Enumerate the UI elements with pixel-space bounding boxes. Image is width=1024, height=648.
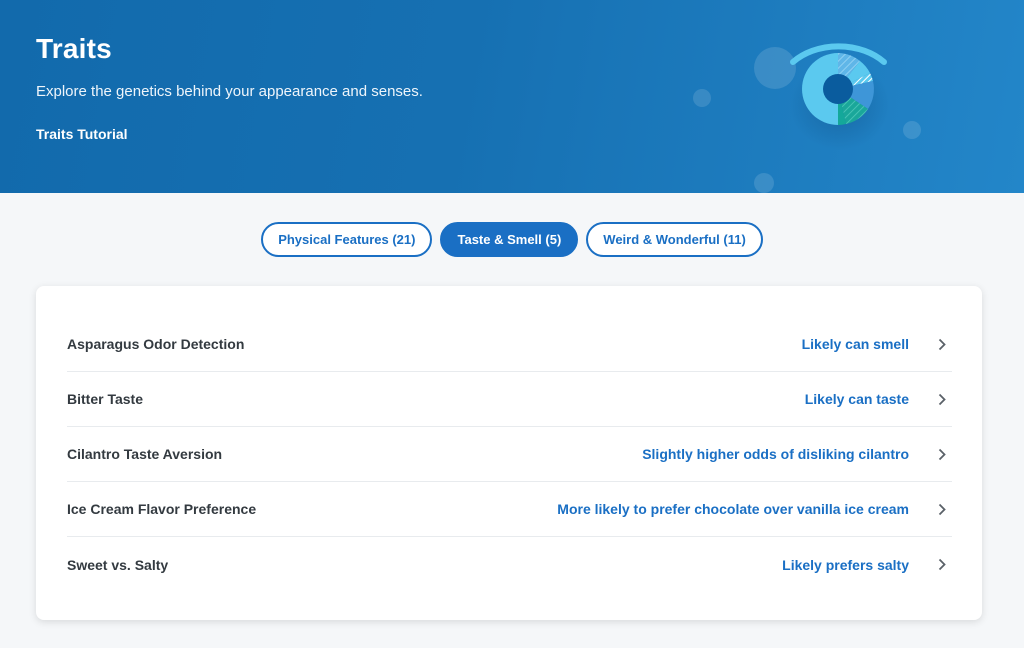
chevron-right-icon <box>909 503 952 516</box>
trait-name: Asparagus Odor Detection <box>67 336 245 352</box>
eye-donut-chart-icon <box>693 43 921 193</box>
bubble-decoration <box>754 47 796 89</box>
chevron-right-icon <box>909 393 952 406</box>
trait-row-sweet-vs-salty[interactable]: Sweet vs. Salty Likely prefers salty <box>67 537 952 592</box>
trait-row-bitter-taste[interactable]: Bitter Taste Likely can taste <box>67 372 952 427</box>
trait-row-asparagus-odor-detection[interactable]: Asparagus Odor Detection Likely can smel… <box>67 317 952 372</box>
chevron-right-icon <box>909 338 952 351</box>
page-title: Traits <box>36 33 112 64</box>
tab-physical-features[interactable]: Physical Features (21) <box>261 222 433 257</box>
tab-weird-and-wonderful[interactable]: Weird & Wonderful (11) <box>586 222 763 257</box>
trait-result: More likely to prefer chocolate over van… <box>557 501 909 517</box>
traits-list-card: Asparagus Odor Detection Likely can smel… <box>36 286 982 620</box>
hero-banner: Traits Explore the genetics behind your … <box>0 0 1024 193</box>
page-subtitle: Explore the genetics behind your appeara… <box>36 83 423 100</box>
tab-taste-and-smell[interactable]: Taste & Smell (5) <box>440 222 579 257</box>
trait-category-tabs: Physical Features (21) Taste & Smell (5)… <box>0 222 1024 257</box>
chevron-right-icon <box>909 448 952 461</box>
trait-row-ice-cream-flavor-preference[interactable]: Ice Cream Flavor Preference More likely … <box>67 482 952 537</box>
trait-result: Likely can taste <box>804 391 909 407</box>
trait-row-cilantro-taste-aversion[interactable]: Cilantro Taste Aversion Slightly higher … <box>67 427 952 482</box>
trait-name: Ice Cream Flavor Preference <box>67 501 257 517</box>
chevron-right-icon <box>909 558 952 571</box>
trait-result: Likely can smell <box>801 336 909 352</box>
trait-name: Sweet vs. Salty <box>67 556 169 573</box>
trait-name: Bitter Taste <box>67 391 143 407</box>
traits-tutorial-link[interactable]: Traits Tutorial <box>36 126 128 142</box>
trait-result: Likely prefers salty <box>782 556 909 573</box>
trait-name: Cilantro Taste Aversion <box>67 446 223 462</box>
bubble-decoration <box>903 121 921 139</box>
bubble-decoration <box>754 173 774 193</box>
trait-result: Slightly higher odds of disliking cilant… <box>642 446 909 462</box>
bubble-decoration <box>693 89 711 107</box>
